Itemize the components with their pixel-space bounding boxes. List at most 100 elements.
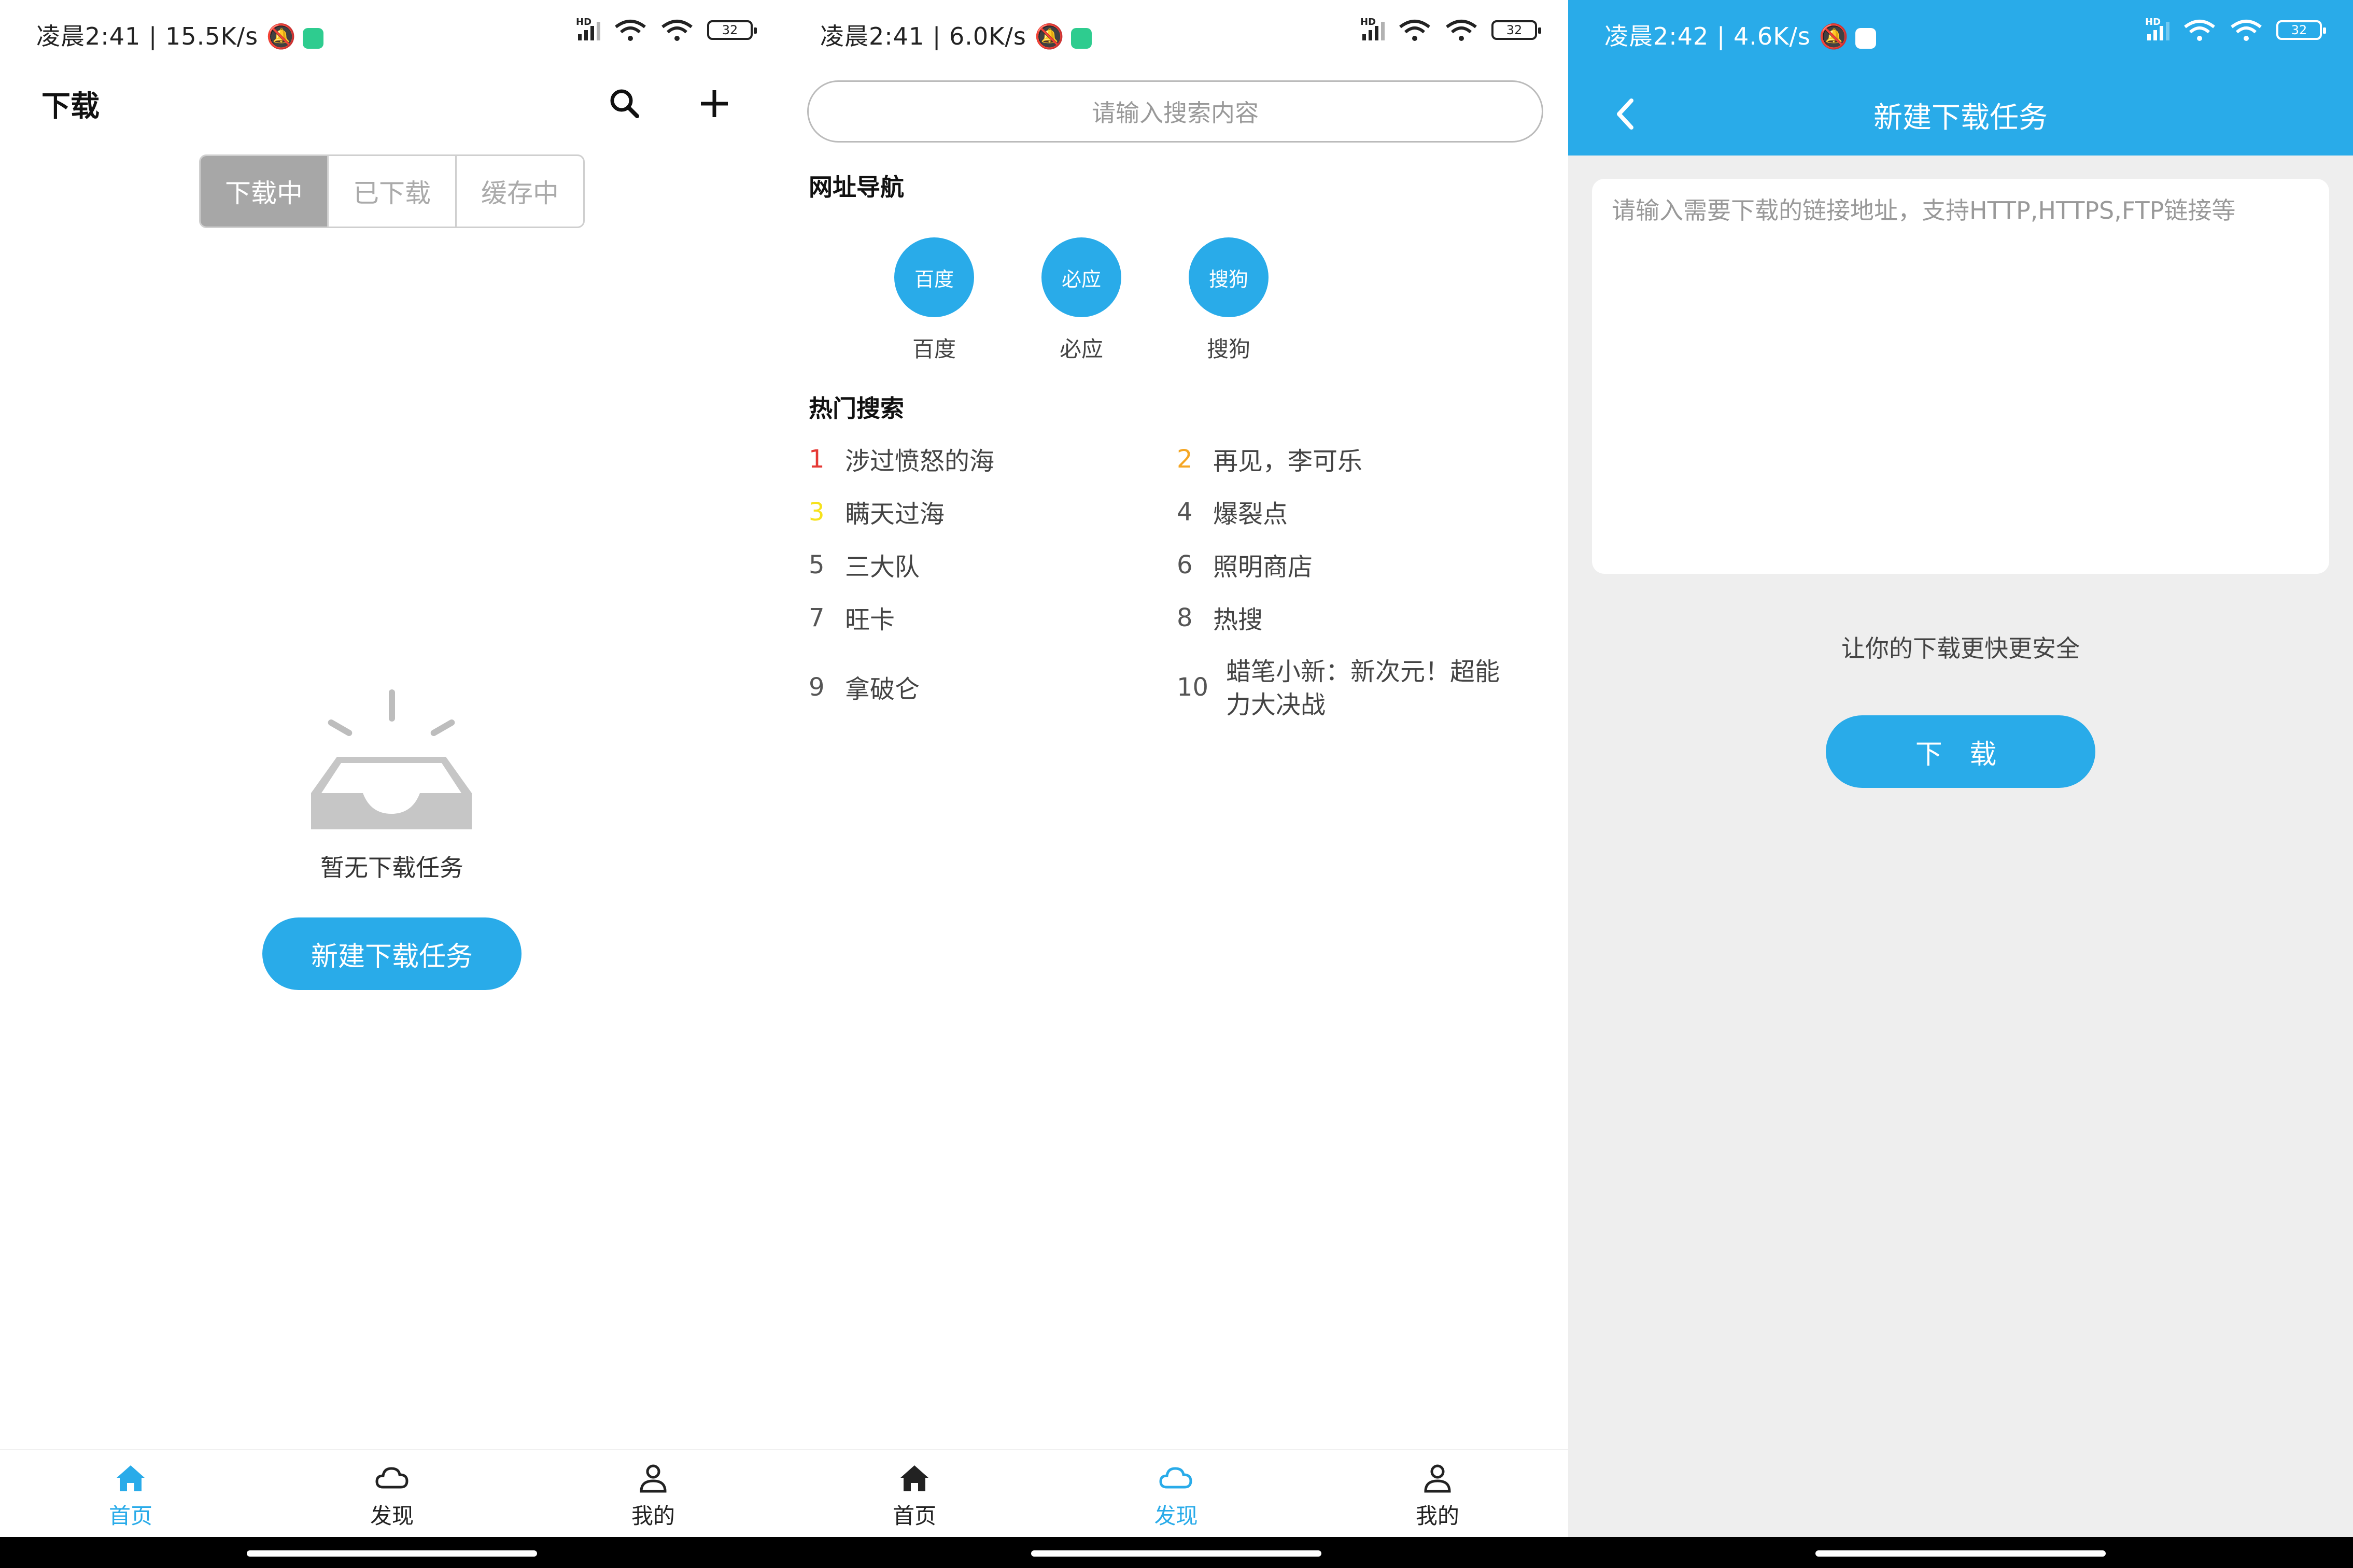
nav-label: 发现 — [370, 1503, 414, 1529]
hot-item[interactable]: 4 爆裂点 — [1177, 498, 1503, 531]
nav-home[interactable]: 首页 — [784, 1450, 1045, 1538]
wifi-icon-2 — [661, 20, 693, 41]
gesture-bar — [0, 1537, 784, 1568]
tab-caching[interactable]: 缓存中 — [457, 156, 583, 227]
signal-icon: HD — [576, 17, 600, 40]
empty-inbox-icon — [311, 689, 472, 829]
site-label: 必应 — [1059, 336, 1103, 362]
site-label: 搜狗 — [1206, 336, 1250, 362]
hot-item[interactable]: 1 涉过愤怒的海 — [809, 445, 1135, 478]
site-label: 百度 — [912, 336, 956, 362]
gesture-bar — [784, 1537, 1568, 1568]
hot-rank: 1 — [809, 445, 825, 474]
hot-rank: 5 — [809, 550, 825, 580]
hot-item[interactable]: 5 三大队 — [809, 550, 1135, 584]
hot-rank: 8 — [1177, 603, 1193, 632]
url-input[interactable]: 请输入需要下载的链接地址，支持HTTP,HTTPS,FTP链接等 — [1592, 179, 2329, 574]
site-sogou[interactable]: 搜狗 搜狗 — [1177, 237, 1280, 363]
hot-text: 瞒天过海 — [845, 500, 945, 529]
nav-discover[interactable]: 发现 — [1045, 1450, 1306, 1538]
app-notification-icon — [303, 27, 323, 49]
hot-item[interactable]: 8 热搜 — [1177, 603, 1503, 637]
status-time: 凌晨2:42 | 4.6K/s 🔕 — [1604, 18, 1876, 52]
wifi-icon-2 — [1446, 20, 1477, 41]
user-icon — [1424, 1464, 1451, 1493]
battery-icon: 32 — [2276, 20, 2326, 40]
add-icon[interactable] — [694, 83, 735, 124]
hot-rank: 7 — [809, 603, 825, 632]
nav-discover[interactable]: 发现 — [261, 1450, 523, 1538]
app-notification-icon — [1070, 27, 1092, 49]
cloud-icon — [1159, 1467, 1192, 1489]
hot-rank: 3 — [809, 498, 825, 527]
wifi-icon — [615, 20, 646, 41]
nav-label: 首页 — [893, 1503, 937, 1529]
wifi-icon — [2184, 20, 2215, 41]
slogan-text: 让你的下载更快更安全 — [1841, 634, 2080, 662]
battery-icon: 32 — [1491, 20, 1541, 40]
battery-icon: 32 — [707, 20, 757, 40]
nav-label: 发现 — [1154, 1503, 1198, 1529]
hot-text: 爆裂点 — [1213, 500, 1288, 529]
user-icon — [640, 1464, 667, 1493]
home-icon — [900, 1465, 929, 1491]
cloud-icon — [375, 1467, 408, 1489]
nav-mine[interactable]: 我的 — [1307, 1450, 1568, 1538]
download-button[interactable]: 下 载 — [1826, 715, 2095, 788]
hot-rank: 10 — [1177, 673, 1209, 702]
page-title: 新建下载任务 — [1873, 101, 2048, 135]
nav-label: 首页 — [108, 1503, 152, 1529]
nav-home[interactable]: 首页 — [0, 1450, 261, 1538]
downloads-screen: 凌晨2:41 | 15.5K/s 🔕 HD 32 下载 下载中 已下载 缓存中 … — [0, 0, 784, 1568]
status-bar: 凌晨2:41 | 6.0K/s 🔕 HD 32 — [784, 0, 1568, 67]
hot-item[interactable]: 7 旺卡 — [809, 603, 1135, 637]
hot-text: 热搜 — [1213, 605, 1263, 634]
nav-label: 我的 — [631, 1503, 675, 1529]
mute-icon: 🔕 — [266, 22, 297, 50]
bottom-nav: 首页 发现 我的 — [784, 1449, 1568, 1538]
site-baidu[interactable]: 百度 百度 — [882, 237, 986, 363]
status-time: 凌晨2:41 | 15.5K/s 🔕 — [36, 18, 323, 52]
wifi-icon — [1399, 20, 1430, 41]
hot-rank: 2 — [1177, 445, 1193, 474]
tab-downloading[interactable]: 下载中 — [201, 156, 329, 227]
hot-text: 再见，李可乐 — [1213, 447, 1363, 476]
hot-rank: 4 — [1177, 498, 1193, 527]
nav-section-title: 网址导航 — [809, 173, 904, 201]
hot-item[interactable]: 9 拿破仑 — [809, 673, 1135, 706]
hot-rank: 6 — [1177, 550, 1193, 580]
hot-text: 照明商店 — [1213, 553, 1313, 582]
signal-icon: HD — [2145, 17, 2169, 40]
signal-icon: HD — [1360, 17, 1385, 40]
new-task-screen: 凌晨2:42 | 4.6K/s 🔕 HD 32 新建下载任务 请输入需要下载的链… — [1568, 0, 2353, 1568]
site-circle: 百度 — [894, 237, 974, 317]
status-bar: 凌晨2:41 | 15.5K/s 🔕 HD 32 — [0, 0, 784, 67]
search-input[interactable]: 请输入搜索内容 — [807, 80, 1543, 143]
hot-item[interactable]: 3 瞒天过海 — [809, 498, 1135, 531]
app-notification-icon — [1855, 27, 1876, 49]
new-task-button[interactable]: 新建下载任务 — [262, 917, 522, 990]
hot-item[interactable]: 2 再见，李可乐 — [1177, 445, 1503, 478]
empty-message: 暂无下载任务 — [320, 854, 463, 882]
nav-mine[interactable]: 我的 — [523, 1450, 784, 1538]
hot-text: 涉过愤怒的海 — [845, 447, 995, 476]
mute-icon: 🔕 — [1819, 22, 1849, 50]
wifi-icon-2 — [2231, 20, 2262, 41]
site-circle: 必应 — [1041, 237, 1121, 317]
site-bing[interactable]: 必应 必应 — [1030, 237, 1133, 363]
mute-icon: 🔕 — [1034, 22, 1065, 50]
bottom-nav: 首页 发现 我的 — [0, 1449, 784, 1538]
hot-item[interactable]: 6 照明商店 — [1177, 550, 1503, 584]
status-time: 凌晨2:41 | 6.0K/s 🔕 — [820, 18, 1092, 52]
download-tabs: 下载中 已下载 缓存中 — [199, 154, 585, 228]
home-icon — [117, 1465, 145, 1491]
hot-text: 蜡笔小新：新次元！超能力大决战 — [1226, 657, 1500, 719]
gesture-bar — [1568, 1537, 2353, 1568]
tab-downloaded[interactable]: 已下载 — [329, 156, 457, 227]
search-icon[interactable] — [604, 83, 645, 124]
hot-section-title: 热门搜索 — [809, 394, 904, 422]
hot-text: 三大队 — [845, 553, 920, 582]
hot-item[interactable]: 10 蜡笔小新：新次元！超能力大决战 — [1177, 655, 1506, 722]
hot-text: 旺卡 — [845, 605, 895, 634]
site-circle: 搜狗 — [1189, 237, 1269, 317]
